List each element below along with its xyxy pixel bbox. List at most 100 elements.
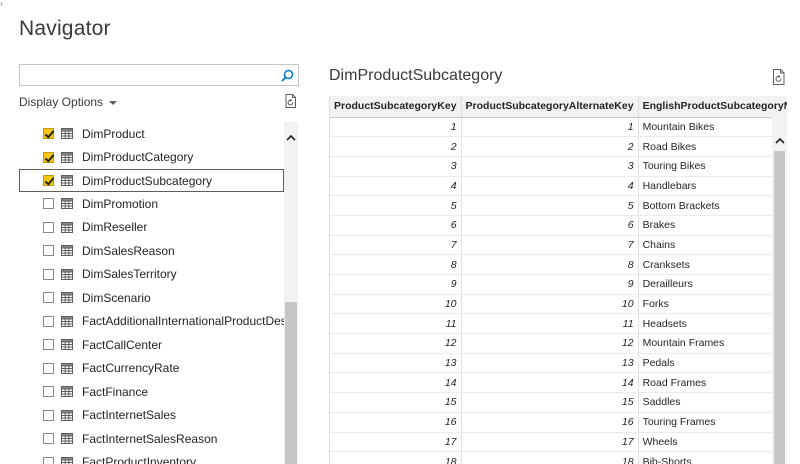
table-cell: 16: [330, 412, 462, 433]
table-list-item-label: FactInternetSalesReason: [82, 431, 218, 446]
table-icon: [61, 456, 73, 464]
table-cell: 8: [461, 254, 639, 275]
table-list-item[interactable]: DimSalesReason: [19, 239, 284, 263]
table-row: 15 15 Saddles: [330, 392, 787, 413]
table-cell: Road Bikes: [638, 136, 787, 157]
column-header[interactable]: EnglishProductSubcategoryName: [638, 96, 787, 118]
table-list-item-label: DimProductSubcategory: [82, 173, 213, 188]
table-cell: 11: [330, 313, 462, 335]
table-list-item[interactable]: FactInternetSales: [19, 404, 284, 428]
table-list-item[interactable]: FactCallCenter: [19, 333, 284, 357]
chevron-up-icon[interactable]: [775, 133, 785, 144]
table-cell: 15: [330, 392, 462, 413]
preview-title: DimProductSubcategory: [329, 67, 503, 84]
table-checkbox[interactable]: [43, 386, 54, 398]
table-checkbox[interactable]: [43, 339, 54, 351]
table-cell: Saddles: [638, 392, 787, 413]
table-checkbox[interactable]: [43, 268, 54, 280]
table-cell: 7: [461, 235, 639, 256]
table-checkbox[interactable]: [43, 198, 54, 210]
table-cell: 11: [461, 313, 639, 335]
table-row: 9 9 Derailleurs: [330, 274, 787, 295]
table-cell: Handlebars: [638, 176, 787, 197]
table-icon: [61, 315, 73, 327]
table-list-item[interactable]: DimReseller: [19, 216, 284, 240]
preview-grid: ProductSubcategoryKey ProductSubcategory…: [329, 96, 787, 464]
table-cell: 2: [461, 136, 639, 157]
table-checkbox[interactable]: [43, 151, 54, 163]
display-options-label: Display Options: [19, 95, 104, 109]
tree-scrollbar-thumb[interactable]: [285, 302, 297, 464]
table-list: DimProduct DimProductCategory DimProductSu…: [19, 122, 284, 464]
table-icon: [61, 221, 73, 233]
table-list-item[interactable]: DimProductSubcategory: [19, 169, 284, 192]
table-list-item[interactable]: DimProductCategory: [19, 146, 284, 170]
table-list-item[interactable]: FactAdditionalInternationalProductDes...: [19, 310, 284, 334]
table-list-item[interactable]: DimPromotion: [19, 192, 284, 216]
column-header[interactable]: ProductSubcategoryKey: [330, 96, 462, 118]
chevron-up-icon[interactable]: [286, 130, 296, 141]
table-cell: 8: [330, 254, 462, 275]
table-checkbox[interactable]: [43, 433, 54, 445]
table-cell: 9: [330, 274, 462, 295]
display-options-dropdown[interactable]: Display Options: [19, 95, 118, 109]
table-cell: 15: [461, 392, 639, 413]
table-cell: 6: [330, 215, 462, 236]
table-icon: [61, 339, 73, 351]
table-cell: Cranksets: [638, 254, 787, 275]
table-cell: 12: [330, 333, 462, 354]
table-cell: 13: [330, 353, 462, 374]
table-row: 17 17 Wheels: [330, 432, 787, 453]
tree-scrollbar[interactable]: [284, 122, 298, 464]
table-cell: 2: [330, 136, 462, 157]
table-checkbox[interactable]: [43, 175, 54, 186]
table-checkbox[interactable]: [43, 362, 54, 374]
table-list-item[interactable]: FactCurrencyRate: [19, 357, 284, 381]
table-icon: [61, 245, 73, 257]
refresh-icon[interactable]: [283, 93, 299, 109]
grid-scrollbar-thumb[interactable]: [774, 151, 785, 464]
search-box[interactable]: [19, 64, 299, 86]
table-checkbox[interactable]: [43, 456, 54, 464]
table-header-row: ProductSubcategoryKey ProductSubcategory…: [330, 96, 787, 118]
table-list-item-label: FactFinance: [82, 384, 149, 399]
table-row: 8 8 Cranksets: [330, 254, 787, 275]
search-icon[interactable]: [278, 67, 296, 83]
table-row: 11 11 Headsets: [330, 313, 787, 335]
search-input[interactable]: [20, 65, 272, 85]
table-cell: 14: [461, 372, 639, 394]
table-list-item[interactable]: FactFinance: [19, 380, 284, 404]
table-icon: [61, 292, 73, 304]
table-list-item[interactable]: DimSalesTerritory: [19, 263, 284, 287]
table-row: 4 4 Handlebars: [330, 176, 787, 197]
table-cell: 14: [330, 372, 462, 394]
grid-scrollbar[interactable]: [772, 117, 787, 464]
table-list-item-label: FactCallCenter: [82, 337, 163, 352]
table-list-item[interactable]: FactProductInventory: [19, 451, 284, 464]
chevron-down-icon: [109, 101, 118, 105]
refresh-icon[interactable]: [771, 68, 787, 86]
table-list-item-label: DimSalesReason: [82, 243, 175, 258]
table-icon: [61, 128, 73, 140]
table-checkbox[interactable]: [43, 245, 54, 257]
table-cell: Bib-Shorts: [638, 451, 787, 464]
table-list-item-label: DimReseller: [82, 220, 148, 235]
column-header[interactable]: ProductSubcategoryAlternateKey: [461, 96, 639, 118]
table-row: 12 12 Mountain Frames: [330, 333, 787, 354]
table-icon: [61, 198, 73, 210]
table-cell: Chains: [638, 235, 787, 256]
table-checkbox[interactable]: [43, 221, 54, 233]
table-cell: 5: [330, 195, 462, 216]
table-checkbox[interactable]: [43, 315, 54, 327]
table-list-item[interactable]: DimScenario: [19, 286, 284, 310]
table-list-item[interactable]: FactInternetSalesReason: [19, 427, 284, 451]
table-checkbox[interactable]: [43, 409, 54, 421]
table-icon: [61, 409, 73, 421]
table-checkbox[interactable]: [43, 128, 54, 140]
table-cell: Touring Bikes: [638, 156, 787, 177]
table-checkbox[interactable]: [43, 292, 54, 304]
table-tree: DimProduct DimProductCategory DimProductSu…: [19, 122, 299, 464]
table-cell: Headsets: [638, 313, 787, 335]
table-list-item[interactable]: DimProduct: [19, 122, 284, 146]
table-cell: 9: [461, 274, 639, 295]
